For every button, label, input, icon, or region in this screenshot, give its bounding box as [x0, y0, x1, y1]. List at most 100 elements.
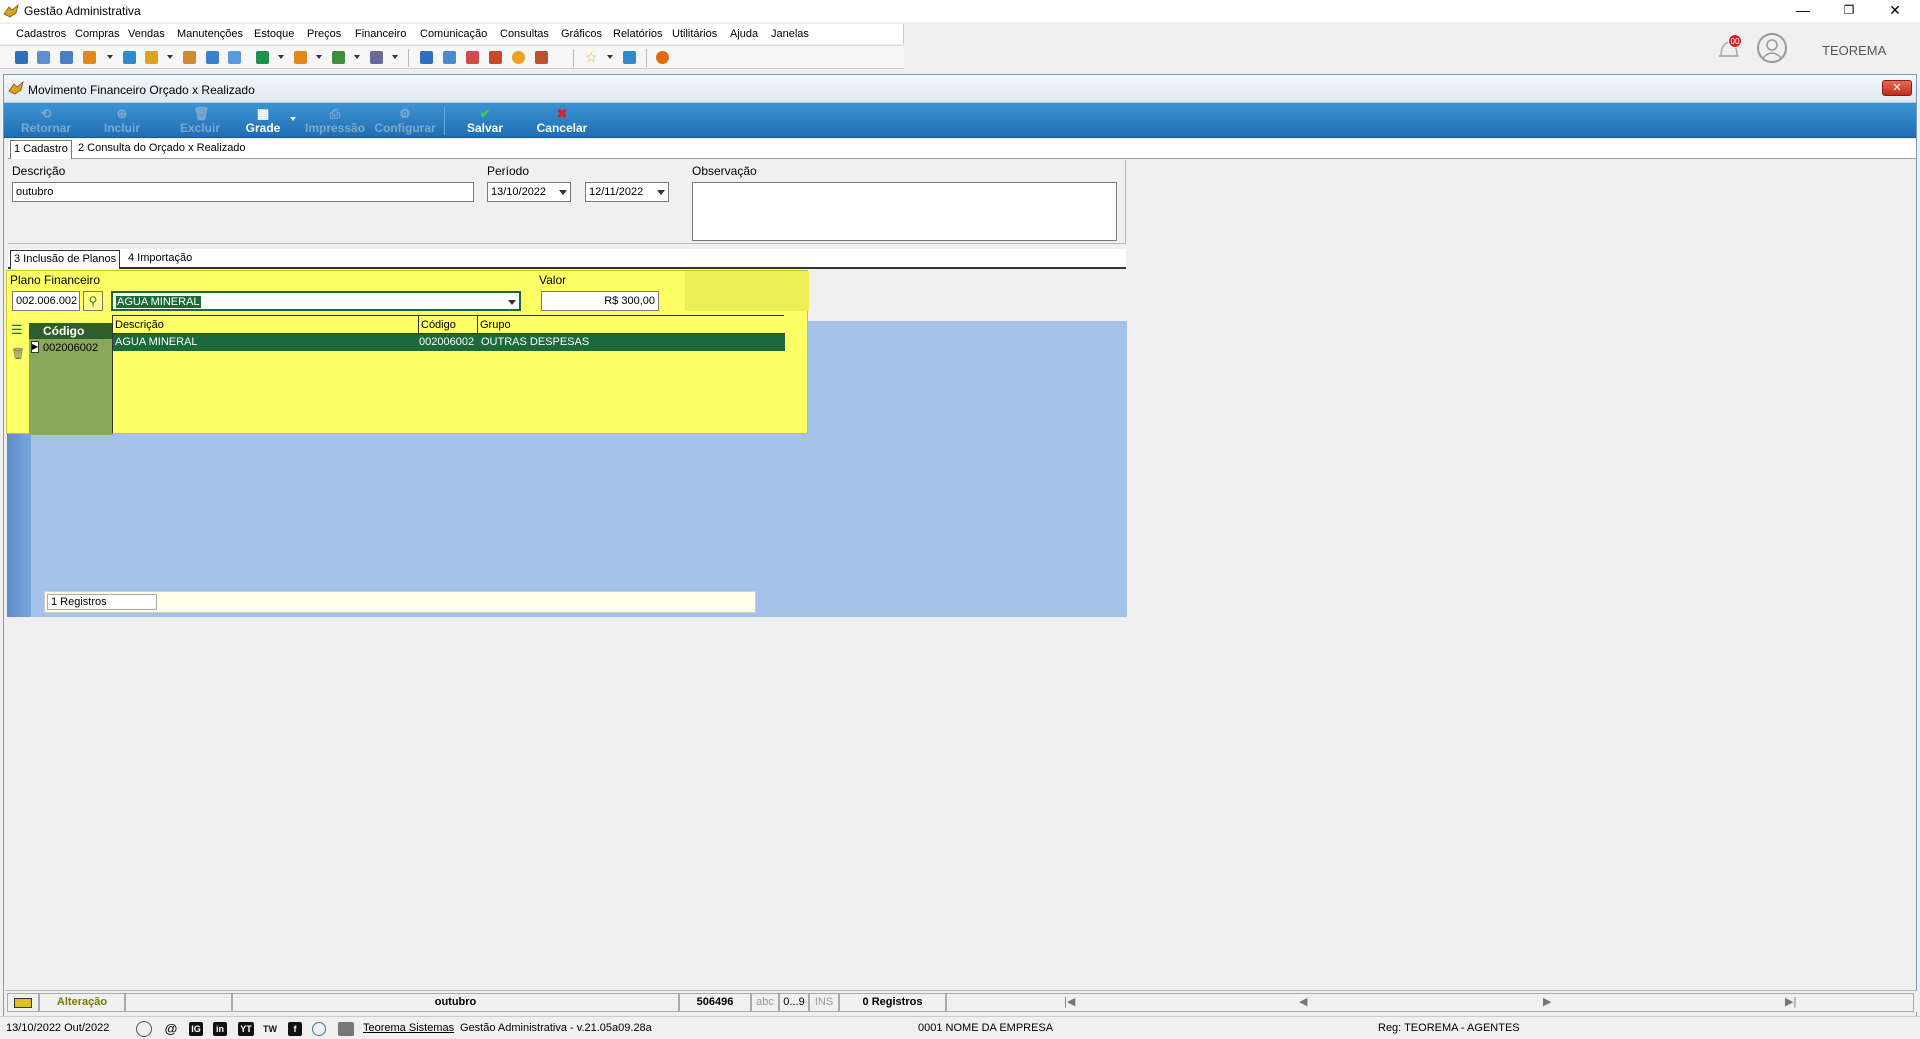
- menu-estoque[interactable]: Estoque: [254, 28, 294, 40]
- chevron-down-icon[interactable]: [392, 55, 398, 59]
- tab-inclusao-planos[interactable]: 3 Inclusão de Planos: [10, 250, 121, 269]
- excluir-button[interactable]: 🗑 Excluir: [172, 105, 228, 137]
- cart-icon[interactable]: [256, 51, 269, 64]
- menu-cadastros[interactable]: Cadastros: [16, 28, 66, 40]
- trash-icon: 🗑: [193, 106, 210, 121]
- nav-last-button[interactable]: ▶|: [1785, 994, 1796, 1010]
- periodo-fim-input[interactable]: 12/11/2022: [585, 182, 669, 202]
- impressao-button[interactable]: ⎙ Impressão: [302, 105, 368, 137]
- notification-bell-icon[interactable]: 00: [1716, 32, 1742, 62]
- list-icon[interactable]: ☰: [11, 323, 25, 338]
- people-icon[interactable]: [37, 51, 50, 64]
- clipboard-icon[interactable]: [206, 51, 219, 64]
- at-icon[interactable]: @: [164, 1022, 178, 1036]
- periodo-inicio-input[interactable]: 13/10/2022: [487, 182, 571, 202]
- retornar-button[interactable]: ⟲ Retornar: [18, 105, 74, 137]
- menu-relatorios[interactable]: Relatórios: [613, 28, 663, 40]
- tab-consulta[interactable]: 2 Consulta do Orçado x Realizado: [75, 140, 249, 158]
- brand-swoosh-icon[interactable]: [312, 1022, 326, 1036]
- power-icon[interactable]: [656, 51, 669, 64]
- chevron-down-icon[interactable]: [508, 300, 516, 305]
- menu-financeiro[interactable]: Financeiro: [355, 28, 406, 40]
- nav-prev-button[interactable]: ◀: [1299, 994, 1307, 1010]
- menu-manutencoes[interactable]: Manutenções: [177, 28, 243, 40]
- printer-icon[interactable]: [370, 51, 383, 64]
- menu-janelas[interactable]: Janelas: [771, 28, 809, 40]
- menu-utilitarios[interactable]: Utilitários: [672, 28, 717, 40]
- facebook-icon[interactable]: f: [288, 1022, 302, 1036]
- menu-compras[interactable]: Compras: [75, 28, 120, 40]
- column-divider: [418, 316, 419, 334]
- plano-descricao-combo[interactable]: AGUA MINERAL: [111, 291, 521, 311]
- user-name: TEOREMA: [1822, 43, 1887, 58]
- chevron-down-icon[interactable]: [657, 190, 665, 195]
- configurar-button[interactable]: ⚙ Configurar: [372, 105, 438, 137]
- plano-codigo-input[interactable]: 002.006.002: [12, 291, 80, 311]
- close-button[interactable]: ✕: [1872, 0, 1918, 22]
- teamviewer-icon[interactable]: [136, 1021, 152, 1037]
- tab-importacao[interactable]: 4 Importação: [125, 250, 195, 268]
- observacao-textarea[interactable]: [692, 182, 1117, 241]
- chevron-down-icon[interactable]: [559, 190, 567, 195]
- grade-button[interactable]: ▦ Grade: [240, 105, 286, 137]
- report-icon[interactable]: [535, 51, 548, 64]
- dropdown-row[interactable]: AGUA MINERAL 002006002 OUTRAS DESPESAS: [113, 334, 785, 351]
- toolbar-separator: [646, 49, 647, 67]
- menu-vendas[interactable]: Vendas: [128, 28, 165, 40]
- menu-consultas[interactable]: Consultas: [500, 28, 549, 40]
- user-icon[interactable]: [183, 51, 196, 64]
- search-icon[interactable]: ⚲: [83, 291, 103, 311]
- tree-icon[interactable]: [83, 51, 96, 64]
- salvar-button[interactable]: ✔ Salvar: [460, 105, 510, 137]
- chevron-down-icon[interactable]: [290, 117, 296, 121]
- plano-financeiro-label: Plano Financeiro: [10, 273, 101, 287]
- folder-icon[interactable]: [15, 51, 28, 64]
- tag-icon[interactable]: [294, 51, 307, 64]
- valor-input[interactable]: R$ 300,00: [541, 291, 659, 311]
- chevron-down-icon[interactable]: [316, 55, 322, 59]
- minimize-button[interactable]: —: [1780, 0, 1826, 22]
- descricao-input[interactable]: outubro: [12, 182, 474, 202]
- chevron-down-icon[interactable]: [167, 55, 173, 59]
- box-icon[interactable]: [145, 51, 158, 64]
- twitter-icon[interactable]: TW: [263, 1022, 277, 1036]
- chart-icon[interactable]: [489, 51, 502, 64]
- clock-icon[interactable]: [512, 51, 525, 64]
- nav-first-button[interactable]: |◀: [1064, 994, 1075, 1010]
- chevron-down-icon[interactable]: [278, 55, 284, 59]
- company-link[interactable]: Teorema Sistemas: [363, 1022, 454, 1034]
- document-icon[interactable]: [123, 51, 136, 64]
- trash-icon[interactable]: 🗑: [11, 347, 25, 361]
- list-icon[interactable]: [228, 51, 241, 64]
- close-icon[interactable]: ✕: [1882, 80, 1912, 96]
- navigator: |◀ ◀ ▶ ▶|: [946, 993, 1914, 1012]
- calculator-icon[interactable]: [443, 51, 456, 64]
- instagram-icon[interactable]: IG: [189, 1022, 203, 1036]
- restore-button[interactable]: ❐: [1826, 0, 1872, 22]
- youtube-icon[interactable]: YT: [238, 1022, 254, 1036]
- tab-cadastro[interactable]: 1 Cadastro: [10, 140, 72, 159]
- user-avatar-icon[interactable]: [1757, 33, 1787, 63]
- chevron-down-icon[interactable]: [354, 55, 360, 59]
- codigo-cell[interactable]: 002006002: [43, 342, 98, 354]
- chevron-down-icon[interactable]: [607, 55, 613, 59]
- card-icon[interactable]: [60, 51, 73, 64]
- linkedin-icon[interactable]: in: [213, 1022, 227, 1036]
- menu-precos[interactable]: Preços: [307, 28, 341, 40]
- graduation-cap-icon[interactable]: [338, 1022, 354, 1036]
- observacao-label: Observação: [692, 164, 757, 178]
- info-icon[interactable]: [623, 51, 636, 64]
- menu-ajuda[interactable]: Ajuda: [730, 28, 758, 40]
- nav-next-button[interactable]: ▶: [1543, 994, 1551, 1010]
- dropdown-header-row: Descrição Código Grupo: [113, 316, 785, 334]
- menu-graficos[interactable]: Gráficos: [561, 28, 602, 40]
- chevron-down-icon[interactable]: [107, 55, 113, 59]
- menu-comunicacao[interactable]: Comunicação: [420, 28, 487, 40]
- incluir-button[interactable]: ⊕ Incluir: [94, 105, 150, 137]
- window-icon[interactable]: [420, 51, 433, 64]
- star-icon[interactable]: ☆: [585, 50, 598, 64]
- money-icon[interactable]: [332, 51, 345, 64]
- cancelar-button[interactable]: ✖ Cancelar: [532, 105, 592, 137]
- calendar-icon[interactable]: [466, 51, 479, 64]
- x-icon: ✖: [556, 106, 568, 121]
